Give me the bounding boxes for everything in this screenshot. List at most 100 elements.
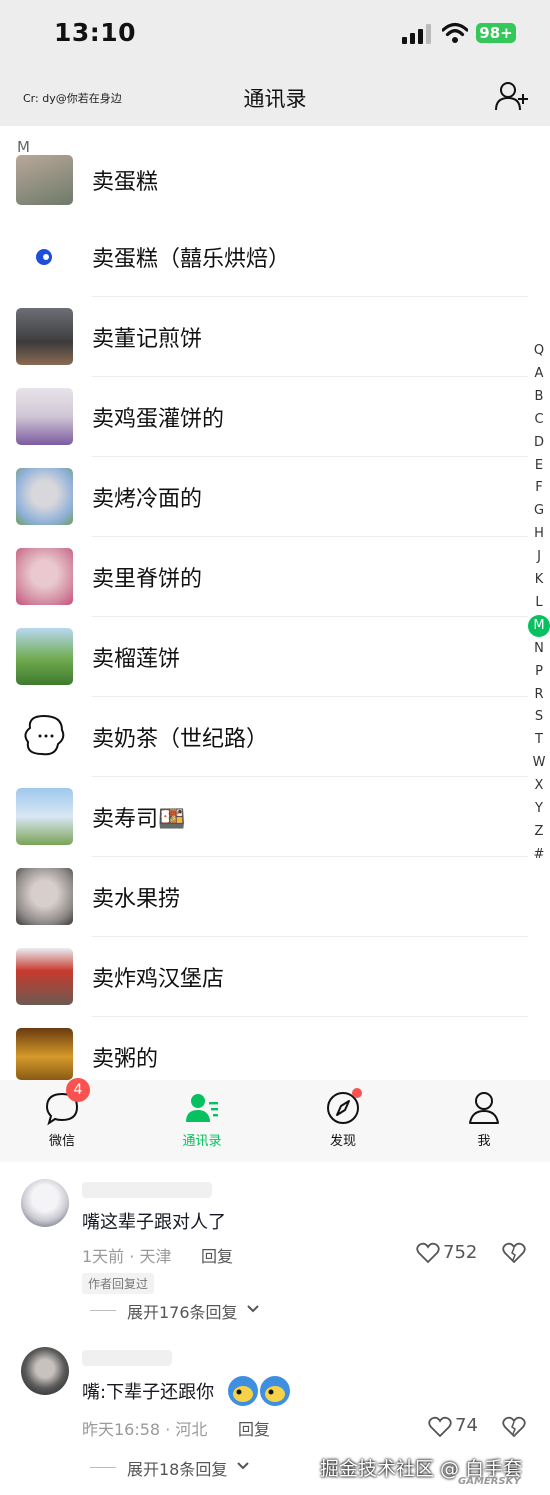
contact-name: 卖寿司🍱 xyxy=(92,807,186,832)
alphabet-index-item[interactable]: A xyxy=(528,363,550,385)
status-time: 13:10 xyxy=(54,18,137,47)
broken-heart-icon[interactable] xyxy=(502,1416,526,1438)
contact-avatar xyxy=(16,708,73,765)
tab-chats[interactable]: 微信 xyxy=(22,1090,102,1149)
tab-chats-label: 微信 xyxy=(48,1134,75,1149)
alphabet-index-item[interactable]: T xyxy=(528,729,550,751)
contact-avatar xyxy=(16,548,73,605)
unread-badge: 4 xyxy=(66,1078,90,1102)
contact-row[interactable]: 卖里脊饼的 xyxy=(0,537,528,617)
reply-button[interactable]: 回复 xyxy=(238,1416,270,1440)
alphabet-index-item[interactable]: K xyxy=(528,569,550,591)
alphabet-index-item[interactable]: C xyxy=(528,409,550,431)
alphabet-index-item[interactable]: P xyxy=(528,661,550,683)
comment-text: 嘴:下辈子还跟你 xyxy=(82,1382,215,1403)
contact-avatar xyxy=(16,948,73,1005)
tab-contacts-label: 通讯录 xyxy=(182,1134,222,1149)
alphabet-index-item[interactable]: H xyxy=(528,523,550,545)
contact-avatar xyxy=(16,155,73,205)
contact-name: 卖奶茶（世纪路） xyxy=(92,727,269,752)
signal-icon xyxy=(402,24,431,44)
alphabet-index-item[interactable]: B xyxy=(528,386,550,408)
credit-watermark: Cr: dy@你若在身边 xyxy=(23,92,122,105)
contact-row[interactable]: 卖烤冷面的 xyxy=(0,457,528,537)
contact-row[interactable]: 卖榴莲饼 xyxy=(0,617,528,697)
alphabet-index-item[interactable]: X xyxy=(528,775,550,797)
alphabet-index-item[interactable]: # xyxy=(528,844,550,866)
site-watermark-small: GAMERSKY xyxy=(458,1476,521,1487)
alphabet-index-item[interactable]: S xyxy=(528,706,550,728)
contact-row[interactable]: 卖蛋糕（囍乐烘焙） xyxy=(0,217,528,297)
alphabet-index-item[interactable]: N xyxy=(528,638,550,660)
tab-discover-label: 发现 xyxy=(329,1134,356,1149)
contact-row[interactable]: 卖鸡蛋灌饼的 xyxy=(0,377,528,457)
contact-row[interactable]: 卖炸鸡汉堡店 xyxy=(0,937,528,1017)
like-count: 752 xyxy=(443,1242,478,1263)
contact-name: 卖董记煎饼 xyxy=(92,327,203,352)
alphabet-index-item[interactable]: D xyxy=(528,432,550,454)
like-count: 74 xyxy=(455,1415,478,1436)
tab-contacts[interactable]: 通讯录 xyxy=(162,1090,242,1149)
tab-me[interactable]: 我 xyxy=(444,1090,524,1149)
expand-replies-button[interactable]: 展开18条回复 xyxy=(127,1456,227,1480)
contact-name: 卖里脊饼的 xyxy=(92,567,203,592)
commenter-avatar[interactable] xyxy=(21,1347,69,1395)
comment-meta: 昨天16:58 · 河北 xyxy=(82,1420,208,1439)
contact-avatar xyxy=(16,228,73,285)
contact-row[interactable]: 卖水果捞 xyxy=(0,857,528,937)
contact-row[interactable]: 卖粥的 xyxy=(0,1017,528,1080)
contact-name: 卖鸡蛋灌饼的 xyxy=(92,407,225,432)
alphabet-index-item[interactable]: F xyxy=(528,477,550,499)
contact-avatar xyxy=(16,388,73,445)
alphabet-index-item[interactable]: E xyxy=(528,455,550,477)
emoji-sticker-icon xyxy=(228,1376,290,1406)
contact-avatar xyxy=(16,868,73,925)
contacts-icon xyxy=(186,1094,218,1122)
alphabet-index-item[interactable]: M xyxy=(528,614,550,637)
contact-name: 卖粥的 xyxy=(92,1047,159,1072)
alphabet-index-item[interactable]: W xyxy=(528,752,550,774)
expand-replies-button[interactable]: 展开176条回复 xyxy=(127,1299,238,1323)
comment-text: 嘴这辈子跟对人了 xyxy=(82,1212,226,1233)
heart-icon[interactable] xyxy=(416,1242,440,1264)
expand-line xyxy=(90,1467,116,1468)
tab-discover[interactable]: 发现 xyxy=(303,1090,383,1149)
chevron-down-icon xyxy=(237,1462,249,1470)
contact-avatar xyxy=(16,468,73,525)
alphabet-index-item[interactable]: R xyxy=(528,684,550,706)
author-replied-tag: 作者回复过 xyxy=(82,1273,155,1294)
wifi-icon xyxy=(442,22,468,43)
commenter-avatar[interactable] xyxy=(21,1179,69,1227)
contact-row[interactable]: 卖蛋糕 xyxy=(0,137,528,217)
contact-avatar xyxy=(16,788,73,845)
contact-avatar xyxy=(16,308,73,365)
commenter-username[interactable] xyxy=(82,1350,172,1366)
comment-meta: 1天前 · 天津 xyxy=(82,1247,172,1266)
discover-red-dot xyxy=(352,1088,362,1098)
heart-icon[interactable] xyxy=(428,1416,452,1438)
person-icon xyxy=(469,1092,499,1124)
contact-name: 卖蛋糕 xyxy=(92,170,159,195)
alphabet-index-item[interactable]: L xyxy=(528,592,550,614)
contact-name: 卖炸鸡汉堡店 xyxy=(92,967,225,992)
alphabet-index-item[interactable]: G xyxy=(528,500,550,522)
contact-row[interactable]: 卖董记煎饼 xyxy=(0,297,528,377)
chevron-down-icon xyxy=(247,1305,259,1313)
contact-row[interactable]: 卖寿司🍱 xyxy=(0,777,528,857)
contact-name: 卖水果捞 xyxy=(92,887,181,912)
contact-name: 卖烤冷面的 xyxy=(92,487,203,512)
contact-row[interactable]: 卖奶茶（世纪路） xyxy=(0,697,528,777)
contact-avatar xyxy=(16,628,73,685)
reply-button[interactable]: 回复 xyxy=(201,1243,233,1267)
add-contact-icon[interactable] xyxy=(494,80,530,112)
contact-name: 卖榴莲饼 xyxy=(92,647,181,672)
alphabet-index-item[interactable]: Y xyxy=(528,798,550,820)
alphabet-index-item[interactable]: Q xyxy=(528,340,550,362)
broken-heart-icon[interactable] xyxy=(502,1242,526,1264)
alphabet-index-item[interactable]: J xyxy=(528,546,550,568)
alphabet-index-item[interactable]: Z xyxy=(528,821,550,843)
battery-indicator: 98+ xyxy=(476,23,516,43)
expand-line xyxy=(90,1310,116,1311)
tab-me-label: 我 xyxy=(477,1134,491,1149)
commenter-username[interactable] xyxy=(82,1182,212,1198)
